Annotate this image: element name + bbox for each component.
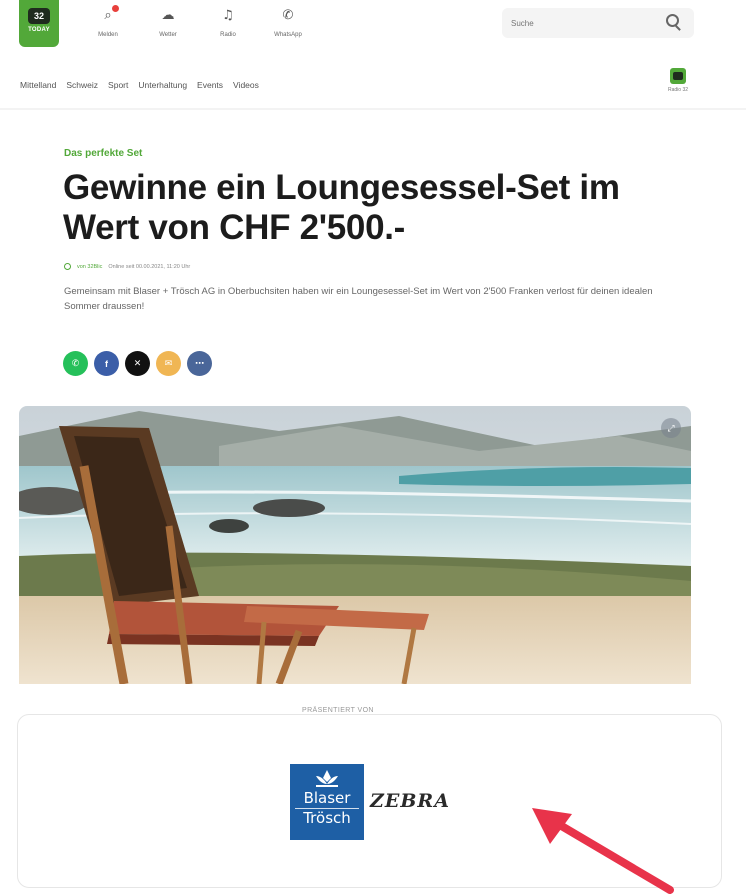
radio-badge[interactable]: Radio 32: [663, 68, 693, 100]
hero-photo: [19, 406, 691, 684]
subnav-events[interactable]: Events: [197, 80, 223, 90]
site-logo[interactable]: 32 TODAY: [19, 0, 59, 47]
section-nav: Mittelland Schweiz Sport Unterhaltung Ev…: [20, 80, 259, 90]
music-note-icon: ♫: [222, 8, 234, 23]
share-x-icon[interactable]: ✕: [125, 351, 150, 376]
lotus-icon: [316, 770, 338, 787]
top-bar: 32 TODAY ⌕ Melden ☁ Wetter ♫ Radio ✆ Wha…: [0, 0, 746, 64]
article-meta: von 32Blic Online seit 00.00.2021, 11:20…: [64, 263, 190, 270]
nav-whatsapp-label: WhatsApp: [274, 32, 302, 38]
article-date: Online seit 00.00.2021, 11:20 Uhr: [108, 263, 191, 270]
nav-weather[interactable]: ☁ Wetter: [145, 8, 191, 38]
annotation-arrow: [532, 808, 674, 894]
author-icon: [64, 263, 71, 270]
logo-separator: [295, 808, 359, 809]
header-divider: [0, 108, 746, 110]
nav-weather-label: Wetter: [159, 32, 177, 38]
cloud-icon: ☁: [161, 8, 175, 23]
logo-badge: 32: [28, 8, 50, 24]
blaser-troesch-logo[interactable]: Blaser Trösch: [290, 764, 364, 840]
article-title: Gewinne ein Loungesessel-Set im Wert von…: [63, 168, 620, 247]
nav-news[interactable]: ⌕ Melden: [85, 5, 131, 38]
notification-dot: [112, 5, 119, 12]
share-bar: ✆ f ✕ ✉ ⋯: [63, 351, 212, 376]
search-icon[interactable]: [666, 14, 679, 27]
logo-text-blaser: Blaser: [303, 789, 351, 807]
zebra-logo[interactable]: ZEBRA: [370, 790, 450, 812]
logo-word: TODAY: [28, 27, 50, 33]
nav-whatsapp[interactable]: ✆ WhatsApp: [265, 8, 311, 38]
hero-image[interactable]: ⤢: [19, 406, 691, 684]
share-more-icon[interactable]: ⋯: [187, 351, 212, 376]
logo-text-troesch: Trösch: [303, 809, 351, 827]
subnav-mittelland[interactable]: Mittelland: [20, 80, 56, 90]
nav-radio[interactable]: ♫ Radio: [205, 8, 251, 38]
article-author[interactable]: von 32Blic: [77, 264, 102, 270]
subnav-sport[interactable]: Sport: [108, 80, 128, 90]
header-nav: ⌕ Melden ☁ Wetter ♫ Radio ✆ WhatsApp: [85, 5, 311, 38]
sponsor-label: PRÄSENTIERT VON: [290, 707, 386, 714]
share-email-icon[interactable]: ✉: [156, 351, 181, 376]
nav-radio-label: Radio: [220, 32, 236, 38]
article-kicker: Das perfekte Set: [64, 148, 143, 159]
subnav-videos[interactable]: Videos: [233, 80, 259, 90]
share-whatsapp-icon[interactable]: ✆: [63, 351, 88, 376]
subnav-schweiz[interactable]: Schweiz: [66, 80, 98, 90]
radio-caption: Radio 32: [667, 87, 688, 93]
share-facebook-icon[interactable]: f: [94, 351, 119, 376]
whatsapp-icon: ✆: [282, 8, 294, 23]
search-input[interactable]: [502, 8, 694, 38]
expand-icon[interactable]: ⤢: [661, 418, 681, 438]
nav-news-label: Melden: [98, 32, 118, 38]
notification-icon: ⌕: [100, 5, 119, 24]
subnav-unterhaltung[interactable]: Unterhaltung: [138, 80, 187, 90]
article-lead: Gemeinsam mit Blaser + Trösch AG in Ober…: [64, 286, 653, 312]
radio-logo-icon: [670, 68, 686, 84]
